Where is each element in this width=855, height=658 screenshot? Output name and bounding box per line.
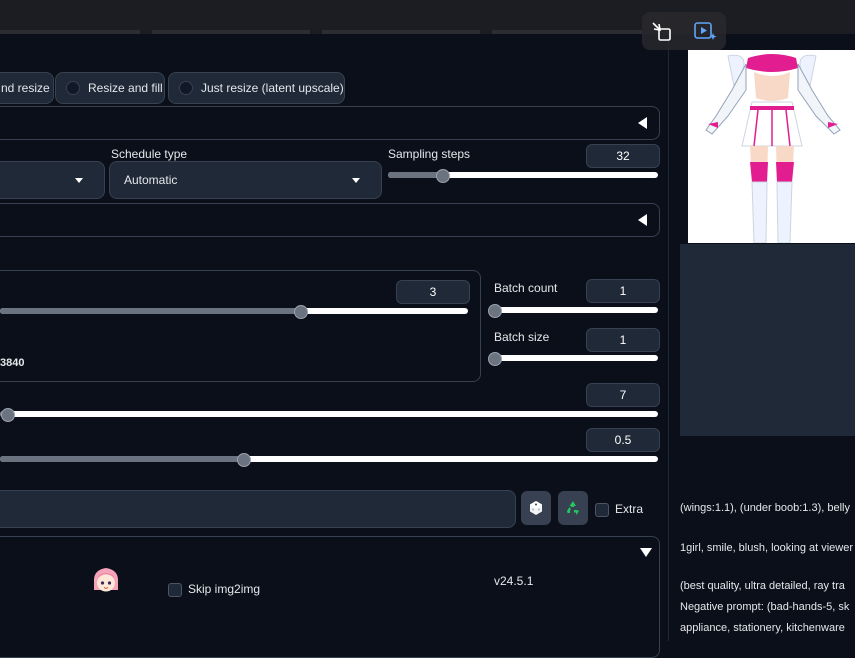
resize-mode-just-resize-latent[interactable]: Just resize (latent upscale) <box>168 72 345 104</box>
resize-mode-label: Just resize (latent upscale) <box>201 81 344 95</box>
accordion-collapsed-1[interactable] <box>0 106 660 140</box>
recycle-icon <box>567 501 579 515</box>
dimension-slider[interactable] <box>0 305 468 319</box>
extra-seed-checkbox[interactable] <box>595 503 609 517</box>
info-prompt-line: 1girl, smile, blush, looking at viewer <box>680 542 854 554</box>
radio-button[interactable] <box>179 81 193 95</box>
resize-mode-crop-and-resize[interactable]: nd resize <box>0 72 54 104</box>
collapse-triangle-icon[interactable] <box>638 214 647 226</box>
cfg-scale-slider[interactable] <box>0 408 658 422</box>
reuse-seed-button[interactable] <box>558 491 588 525</box>
slider-thumb[interactable] <box>488 352 502 366</box>
schedule-type-label: Schedule type <box>111 147 188 161</box>
resize-mode-label: nd resize <box>1 81 50 95</box>
resize-mode-label: Resize and fill <box>88 81 163 95</box>
schedule-type-dropdown[interactable]: Automatic <box>109 161 382 199</box>
radio-button[interactable] <box>66 81 80 95</box>
cfg-scale-input[interactable]: 7 <box>586 383 660 407</box>
slider-fill <box>0 456 244 462</box>
seed-input[interactable] <box>0 490 516 528</box>
extension-panel <box>0 536 660 658</box>
top-bar <box>0 0 855 34</box>
batch-size-input[interactable]: 1 <box>586 328 660 352</box>
dimension-readout: 3840 <box>0 357 25 369</box>
batch-size-label: Batch size <box>494 330 550 344</box>
chevron-down-icon <box>75 178 83 183</box>
sampling-steps-slider[interactable] <box>388 169 658 183</box>
denoising-strength-slider[interactable] <box>0 453 658 467</box>
slideshow-button[interactable] <box>689 15 721 47</box>
batch-size-slider[interactable] <box>488 352 658 366</box>
batch-count-label: Batch count <box>494 281 558 295</box>
character-illustration <box>705 54 841 243</box>
skip-img2img-checkbox[interactable] <box>168 583 182 597</box>
anime-avatar-icon <box>90 564 122 596</box>
minimize-screen-icon <box>652 22 671 41</box>
info-negative-prompt-line: Negative prompt: (bad-hands-5, sk <box>680 601 850 613</box>
info-negative-prompt-line: appliance, stationery, kitchenware <box>680 622 845 634</box>
exit-fullscreen-button[interactable] <box>645 15 677 47</box>
info-prompt-line: (best quality, ultra detailed, ray tra <box>680 580 845 592</box>
accordion-collapsed-2[interactable] <box>0 203 660 237</box>
random-seed-button[interactable] <box>521 491 551 525</box>
batch-count-slider[interactable] <box>488 304 658 318</box>
schedule-type-value: Automatic <box>124 173 178 187</box>
slider-fill <box>0 308 300 314</box>
sampler-dropdown[interactable] <box>0 161 105 199</box>
generated-image[interactable] <box>688 50 855 243</box>
dimension-value-input[interactable]: 3 <box>396 280 470 304</box>
sampling-steps-label: Sampling steps <box>388 147 471 161</box>
extra-seed-label: Extra <box>615 502 644 516</box>
dice-icon <box>530 501 542 515</box>
play-sparkle-icon <box>694 22 717 40</box>
skip-img2img-label: Skip img2img <box>188 582 261 596</box>
slider-thumb[interactable] <box>293 305 308 319</box>
collapse-triangle-icon[interactable] <box>638 117 647 129</box>
gallery-background <box>680 244 855 436</box>
sampling-steps-input[interactable]: 32 <box>586 144 660 168</box>
slider-thumb[interactable] <box>0 408 15 422</box>
denoising-strength-input[interactable]: 0.5 <box>586 428 660 452</box>
resize-mode-resize-and-fill[interactable]: Resize and fill <box>55 72 165 104</box>
batch-count-input[interactable]: 1 <box>586 279 660 303</box>
expand-triangle-icon[interactable] <box>640 548 652 557</box>
info-prompt-line: (wings:1.1), (under boob:1.3), belly <box>680 502 850 514</box>
extension-version: v24.5.1 <box>494 574 534 588</box>
slider-fill <box>388 172 442 178</box>
slider-thumb[interactable] <box>436 169 450 183</box>
chevron-down-icon <box>352 178 360 183</box>
slider-thumb[interactable] <box>488 304 502 318</box>
